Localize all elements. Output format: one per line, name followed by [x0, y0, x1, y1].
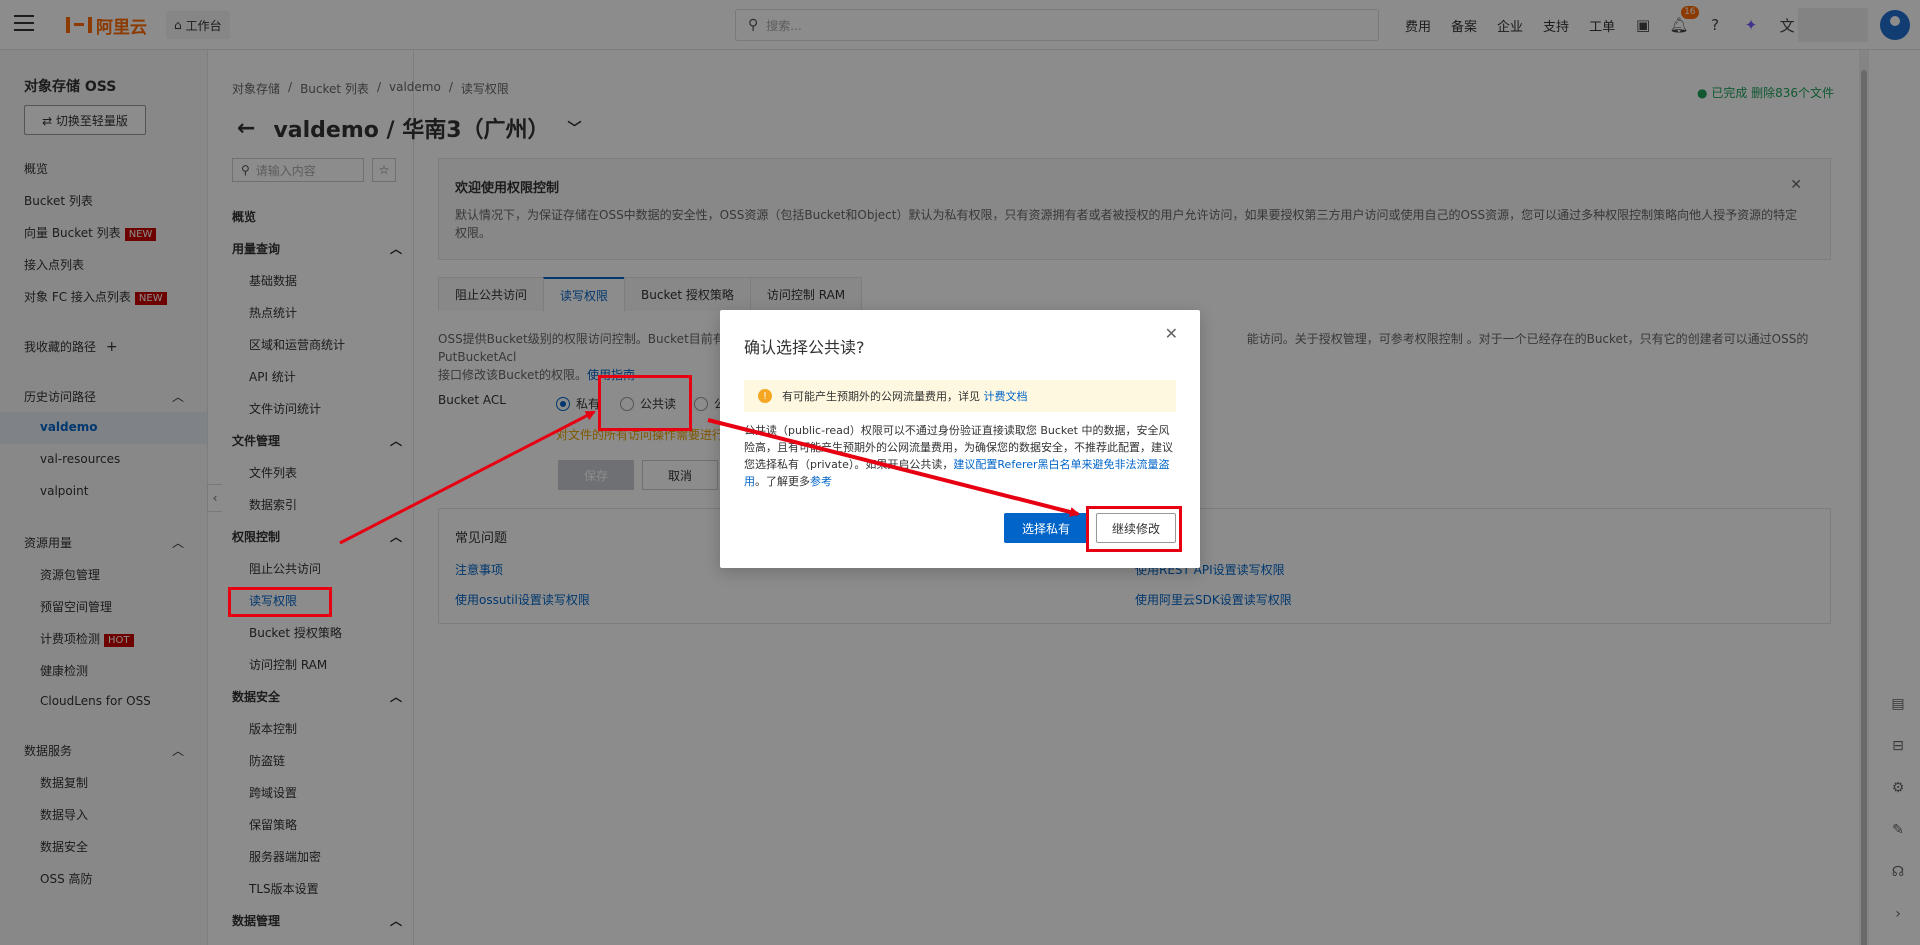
annotation-arrow-to-continue — [707, 418, 1080, 517]
annotation-arrows — [339, 410, 1080, 545]
annotation-arrow-to-radio — [339, 410, 596, 545]
